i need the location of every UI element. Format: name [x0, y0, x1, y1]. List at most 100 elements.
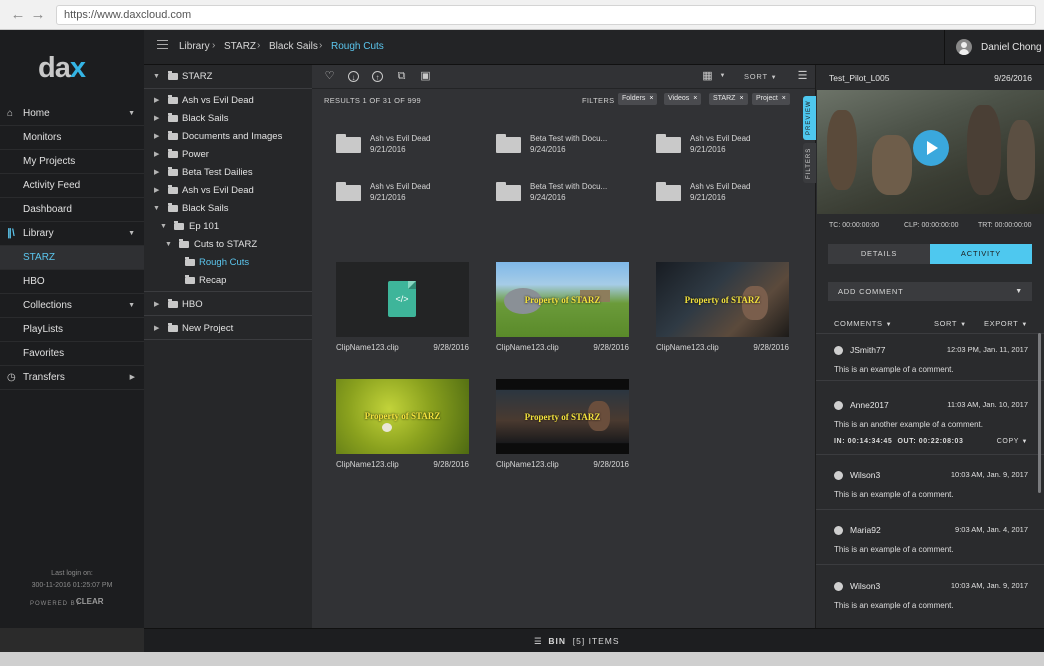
download-icon[interactable]: ↓ — [348, 71, 359, 82]
chevron-down-icon: ▼ — [960, 322, 967, 328]
grid-view-icon[interactable]: ▦ — [702, 71, 713, 82]
clip-tile[interactable]: </> ClipName123.clip 9/28/2016 — [336, 262, 469, 360]
tree-item[interactable]: ▼ Ep 101 — [144, 218, 312, 236]
comment-in-out: IN: 00:14:34:45 OUT: 00:22:08:03 — [834, 438, 964, 445]
tree-item[interactable]: ▶ Ash vs Evil Dead — [144, 92, 312, 110]
caret-down-icon: ▼ — [153, 73, 160, 80]
heart-icon[interactable]: ♡ — [324, 71, 335, 82]
user-menu[interactable]: Daniel Chong — [944, 30, 1044, 65]
sidebar-item-favorites[interactable]: Favorites — [0, 342, 144, 366]
breadcrumb-rough-cuts[interactable]: Rough Cuts — [331, 41, 384, 52]
sidebar-item-home[interactable]: ⌂ Home ▼ — [0, 102, 144, 126]
browser-toolbar: ← → https://www.daxcloud.com — [0, 0, 1044, 30]
breadcrumb-library[interactable]: Library — [179, 41, 210, 52]
list-menu-icon[interactable]: ☰ — [797, 71, 808, 82]
folder-tile[interactable]: Beta Test with Docu... 9/24/2016 — [496, 180, 646, 220]
folder-tile[interactable]: Ash vs Evil Dead 9/21/2016 — [336, 180, 486, 220]
filter-chip-starz[interactable]: STARZ × — [709, 93, 748, 105]
video-preview[interactable] — [817, 90, 1044, 214]
detail-tabs: DETAILS ACTIVITY — [828, 244, 1032, 264]
tree-item[interactable]: ▶ Beta Test Dailies — [144, 164, 312, 182]
folder-icon — [179, 239, 189, 248]
folder-tile[interactable]: Ash vs Evil Dead 9/21/2016 — [656, 132, 806, 172]
dax-app: dax ⌂ Home ▼ Monitors My Projects Activity… — [0, 30, 1044, 652]
forward-arrow-icon[interactable]: → — [30, 7, 46, 23]
timecode-tc: TC: 00:00:00:00 — [829, 222, 880, 229]
tree-item[interactable]: Recap — [144, 272, 312, 290]
sidebar-item-starz[interactable]: STARZ — [0, 246, 144, 270]
folder-icon — [168, 71, 178, 80]
close-icon: × — [693, 95, 698, 102]
breadcrumb-black-sails[interactable]: Black Sails — [269, 41, 318, 52]
tab-preview[interactable]: PREVIEW — [803, 96, 816, 140]
clip-tile[interactable]: Property of STARZ ClipName123.clip 9/28/2… — [496, 262, 629, 360]
copy-button[interactable]: COPY ▼ — [997, 438, 1028, 445]
tab-activity[interactable]: ACTIVITY — [930, 244, 1032, 264]
dax-logo[interactable]: dax — [38, 52, 86, 85]
chevron-down-icon[interactable]: ▼ — [717, 71, 728, 82]
tree-item[interactable]: ▶ HBO — [144, 296, 312, 314]
sidebar-item-library[interactable]: ∥\ Library ▼ — [0, 222, 144, 246]
filter-chip-folders[interactable]: Folders × — [618, 93, 658, 105]
sidebar-item-collections[interactable]: Collections ▼ — [0, 294, 144, 318]
comments-scrollbar[interactable] — [1038, 333, 1041, 493]
folder-tile[interactable]: Ash vs Evil Dead 9/21/2016 — [336, 132, 486, 172]
tree-item[interactable]: ▶ Power — [144, 146, 312, 164]
upload-icon[interactable]: ↑ — [372, 71, 383, 82]
folder-tile[interactable]: Beta Test with Docu... 9/24/2016 — [496, 132, 646, 172]
breadcrumb-separator-icon: › — [257, 40, 261, 51]
comments-export[interactable]: EXPORT ▼ — [984, 319, 1028, 328]
sidebar-item-monitors[interactable]: Monitors — [0, 126, 144, 150]
tree-item[interactable]: ▶ Ash vs Evil Dead — [144, 182, 312, 200]
folder-icon — [168, 203, 178, 212]
close-icon: × — [739, 95, 744, 102]
folder-icon — [185, 257, 195, 266]
filter-chip-videos[interactable]: Videos × — [664, 93, 702, 105]
filter-chip-project[interactable]: Project × — [752, 93, 790, 105]
address-bar[interactable]: https://www.daxcloud.com — [56, 5, 1036, 25]
caret-right-icon: ▶ — [154, 115, 160, 122]
play-button[interactable] — [913, 130, 949, 166]
content-toolbar: ♡ ↓ ↑ ⧉ ▣ ▦ ▼ SORT ▼ ☰ — [312, 65, 815, 89]
folder-tile[interactable]: Ash vs Evil Dead 9/21/2016 — [656, 180, 806, 220]
sidebar-item-dashboard[interactable]: Dashboard — [0, 198, 144, 222]
tab-details[interactable]: DETAILS — [828, 244, 930, 264]
folder-icon — [168, 185, 178, 194]
folder-icon — [168, 149, 178, 158]
bin-label: ☰ BIN [5] ITEMS — [534, 636, 620, 646]
tree-item[interactable]: ▶ New Project — [144, 320, 312, 338]
clear-logo: CLEAR — [76, 597, 104, 606]
close-icon: × — [781, 95, 786, 102]
comments-sort[interactable]: SORT ▼ — [934, 319, 967, 328]
sort-button[interactable]: SORT ▼ — [744, 71, 784, 82]
tree-item[interactable]: ▼ Black Sails — [144, 200, 312, 218]
add-comment-dropdown[interactable]: ADD COMMENT ▼ — [828, 282, 1032, 301]
sidebar-item-playlists[interactable]: PlayLists — [0, 318, 144, 342]
sidebar-item-transfers[interactable]: ◷ Transfers ▶ — [0, 366, 144, 390]
tree-item-rough-cuts[interactable]: Rough Cuts — [144, 254, 312, 272]
menu-icon[interactable] — [157, 40, 168, 49]
tree-item[interactable]: ▶ Documents and Images — [144, 128, 312, 146]
sidebar-item-hbo[interactable]: HBO — [0, 270, 144, 294]
sidebar-item-activity-feed[interactable]: Activity Feed — [0, 174, 144, 198]
caret-right-icon: ▶ — [154, 325, 160, 332]
clip-tile[interactable]: Property of STARZ ClipName123.clip 9/28/2… — [656, 262, 789, 360]
clip-tile[interactable]: Property of STARZ ClipName123.clip 9/28/2… — [496, 379, 629, 477]
comments-filter[interactable]: COMMENTS ▼ — [834, 319, 892, 328]
breadcrumb-starz[interactable]: STARZ — [224, 41, 256, 52]
content-grid: ♡ ↓ ↑ ⧉ ▣ ▦ ▼ SORT ▼ ☰ RESULTS 1 OF 31 O… — [312, 65, 815, 628]
tree-item-starz-root[interactable]: ▼ STARZ — [144, 68, 312, 86]
tab-filters[interactable]: FILTERS — [803, 143, 816, 183]
clip-tile[interactable]: Property of STARZ ClipName123.clip 9/28/2… — [336, 379, 469, 477]
copy-icon[interactable]: ⧉ — [396, 71, 407, 82]
media-icon[interactable]: ▣ — [420, 71, 431, 82]
results-count: RESULTS 1 OF 31 OF 999 — [324, 96, 421, 105]
tree-item[interactable]: ▼ Cuts to STARZ — [144, 236, 312, 254]
user-icon — [834, 471, 843, 480]
bin-bar[interactable]: ☰ BIN [5] ITEMS — [144, 628, 1044, 652]
tree-item[interactable]: ▶ Black Sails — [144, 110, 312, 128]
back-arrow-icon[interactable]: ← — [10, 7, 26, 23]
folder-icon — [168, 323, 178, 332]
sidebar-item-my-projects[interactable]: My Projects — [0, 150, 144, 174]
caret-right-icon: ▶ — [154, 97, 160, 104]
